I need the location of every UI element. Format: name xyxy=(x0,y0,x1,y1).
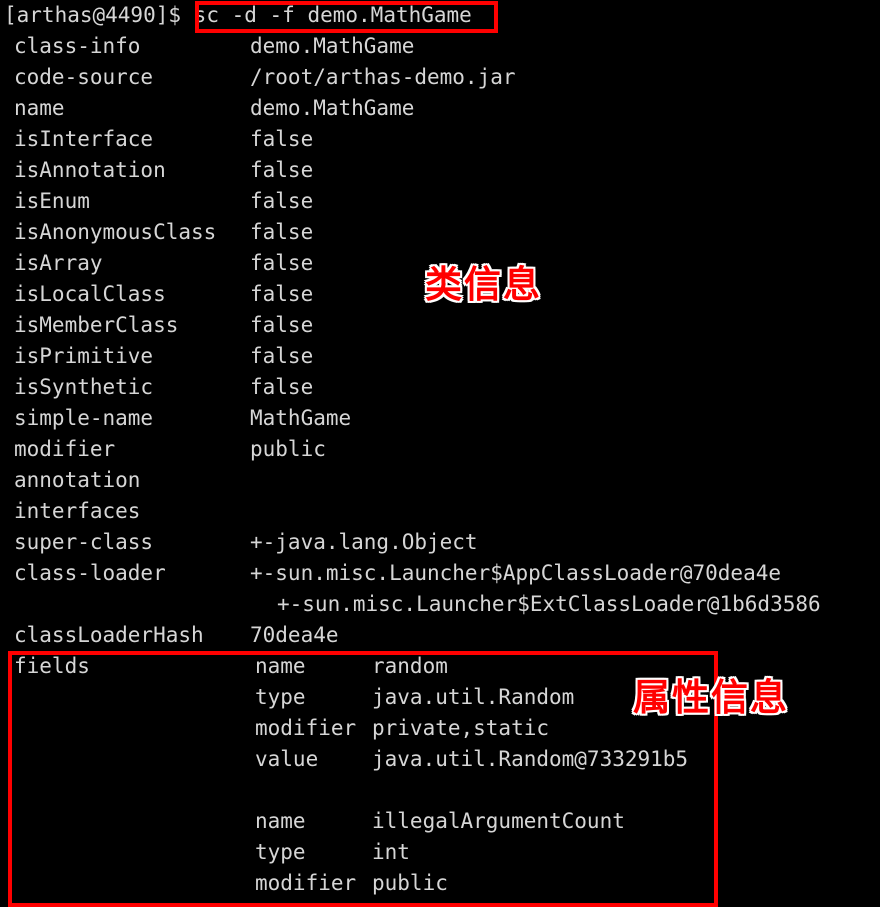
command-line: [arthas@4490]$ sc -d -f demo.MathGame xyxy=(0,0,880,31)
row-is-anonymous-class: isAnonymousClass false xyxy=(0,217,880,248)
callout-fields-info: 属性信息 xyxy=(633,676,789,719)
callout-class-info: 类信息 xyxy=(425,263,542,306)
row-is-primitive: isPrimitive false xyxy=(0,341,880,372)
row-value: +-sun.misc.Launcher$AppClassLoader@70dea… xyxy=(250,561,782,585)
field-name-value: random xyxy=(372,654,448,678)
row-value: false xyxy=(250,375,314,399)
row-key: class-loader xyxy=(14,561,166,585)
field-type-value: java.util.Random xyxy=(372,685,575,709)
row-modifier: modifier public xyxy=(0,434,880,465)
row-value: false xyxy=(250,313,314,337)
command-text[interactable]: sc -d -f demo.MathGame xyxy=(194,3,472,27)
row-code-source: code-source/root/arthas-demo.jar xyxy=(0,62,880,93)
terminal-window: [arthas@4490]$ sc -d -f demo.MathGame cl… xyxy=(0,0,880,907)
field-name-key: name xyxy=(255,809,306,833)
field-value-key: value xyxy=(255,747,319,771)
row-value: MathGame xyxy=(250,406,352,430)
row-key: isEnum xyxy=(14,189,90,213)
row-key: class-info xyxy=(14,34,141,58)
field-type-key: type xyxy=(255,685,306,709)
row-is-enum: isEnum false xyxy=(0,186,880,217)
row-value: /root/arthas-demo.jar xyxy=(250,65,516,89)
field-type-value: int xyxy=(372,840,410,864)
row-class-loader-parent: +-sun.misc.Launcher$ExtClassLoader@1b6d3… xyxy=(0,589,880,620)
row-key: isAnonymousClass xyxy=(14,220,217,244)
field-name-value: illegalArgumentCount xyxy=(372,809,625,833)
row-class-loader-hash: classLoaderHash 70dea4e xyxy=(0,620,880,651)
row-key: isPrimitive xyxy=(14,344,154,368)
fields-row-value-1: value java.util.Random@733291b5 xyxy=(0,744,880,775)
field-type-key: type xyxy=(255,840,306,864)
row-value: false xyxy=(250,189,314,213)
row-key: classLoaderHash xyxy=(14,623,204,647)
row-value: false xyxy=(250,158,314,182)
field-modifier-key: modifier xyxy=(255,716,357,740)
field-name-key: name xyxy=(255,654,306,678)
row-class-loader: class-loader +-sun.misc.Launcher$AppClass… xyxy=(0,558,880,589)
fields-row-type-2: type int xyxy=(0,837,880,868)
row-value: demo.MathGame xyxy=(250,96,415,120)
row-value: false xyxy=(250,282,314,306)
field-modifier-key: modifier xyxy=(255,871,357,895)
fields-label: fields xyxy=(14,654,90,678)
row-is-synthetic: isSynthetic false xyxy=(0,372,880,403)
row-key: name xyxy=(14,96,65,120)
row-class-info: class-info demo.MathGame xyxy=(0,31,880,62)
row-key: interfaces xyxy=(14,499,141,523)
row-key: isSynthetic xyxy=(14,375,154,399)
row-key: isAnnotation xyxy=(14,158,166,182)
row-key: super-class xyxy=(14,530,154,554)
row-value: +-java.lang.Object xyxy=(250,530,478,554)
row-key: isInterface xyxy=(14,127,154,151)
row-super-class: super-class +-java.lang.Object xyxy=(0,527,880,558)
row-key: modifier xyxy=(14,437,116,461)
row-key: isArray xyxy=(14,251,103,275)
row-key: isMemberClass xyxy=(14,313,179,337)
row-value: false xyxy=(250,127,314,151)
fields-separator xyxy=(0,775,880,806)
command-text-spacer xyxy=(181,3,194,27)
row-value: false xyxy=(250,344,314,368)
fields-row-name-2: name illegalArgumentCount xyxy=(0,806,880,837)
row-key: code-source xyxy=(14,65,154,89)
row-is-interface: isInterface false xyxy=(0,124,880,155)
fields-row-modifier-2: modifier public xyxy=(0,868,880,899)
row-is-annotation: isAnnotation false xyxy=(0,155,880,186)
field-modifier-value: private,static xyxy=(372,716,550,740)
row-simple-name: simple-name MathGame xyxy=(0,403,880,434)
row-key: annotation xyxy=(14,468,141,492)
row-value: demo.MathGame xyxy=(250,34,415,58)
row-value: +-sun.misc.Launcher$ExtClassLoader@1b6d3… xyxy=(277,592,821,616)
row-annotation: annotation xyxy=(0,465,880,496)
shell-prompt: [arthas@4490]$ xyxy=(4,3,182,27)
row-value: 70dea4e xyxy=(250,623,339,647)
row-value: false xyxy=(250,251,314,275)
row-key: isLocalClass xyxy=(14,282,166,306)
row-key: simple-name xyxy=(14,406,154,430)
row-name: name demo.MathGame xyxy=(0,93,880,124)
row-value: public xyxy=(250,437,326,461)
row-value: false xyxy=(250,220,314,244)
field-value-value: java.util.Random@733291b5 xyxy=(372,747,689,771)
row-interfaces: interfaces xyxy=(0,496,880,527)
row-is-member-class: isMemberClass false xyxy=(0,310,880,341)
field-modifier-value: public xyxy=(372,871,448,895)
